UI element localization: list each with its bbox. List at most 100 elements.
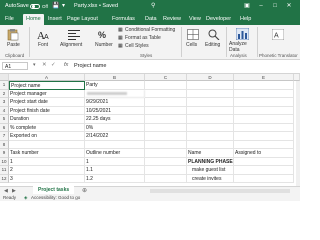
- paste-label[interactable]: Paste: [7, 42, 20, 48]
- cell-a4[interactable]: Project finish date: [9, 106, 85, 115]
- autosave-toggle[interactable]: [30, 3, 40, 9]
- accessibility-icon[interactable]: ◈: [24, 194, 27, 201]
- cell-b10[interactable]: 1: [85, 157, 145, 166]
- confirm-entry-icon[interactable]: ✓: [51, 62, 56, 68]
- row-header[interactable]: 4: [0, 106, 9, 115]
- cell-b9[interactable]: Outline number: [85, 149, 145, 158]
- row-header[interactable]: 1: [0, 81, 9, 90]
- cell-c2[interactable]: [145, 89, 187, 98]
- column-header-c[interactable]: C: [145, 74, 187, 81]
- cell-c1[interactable]: [145, 81, 187, 90]
- cell-b7[interactable]: 2/14/2022: [85, 132, 145, 141]
- accessibility-status[interactable]: Accessibility: Good to go: [31, 194, 80, 201]
- cell-b6[interactable]: 0%: [85, 123, 145, 132]
- customize-qat-icon[interactable]: ▾: [62, 2, 65, 9]
- cell-a3[interactable]: Project start date: [9, 98, 85, 107]
- tab-insert[interactable]: Insert: [48, 16, 62, 22]
- tab-formulas[interactable]: Formulas: [112, 16, 135, 22]
- column-header-a[interactable]: A: [9, 74, 85, 81]
- tab-data[interactable]: Data: [145, 16, 157, 22]
- cell-b11[interactable]: 1.1: [85, 166, 145, 175]
- cell-b5[interactable]: 22.25 days: [85, 115, 145, 124]
- cell-e11[interactable]: [234, 166, 294, 175]
- column-header-b[interactable]: B: [85, 74, 145, 81]
- cell-a12[interactable]: 3: [9, 174, 85, 183]
- editing-icon[interactable]: [208, 29, 220, 40]
- cancel-entry-icon[interactable]: ✕: [42, 62, 47, 68]
- row-header[interactable]: 11: [0, 166, 9, 175]
- name-box[interactable]: A1: [2, 62, 28, 70]
- cell-a10[interactable]: 1: [9, 157, 85, 166]
- cell-d11[interactable]: make guest list: [187, 166, 234, 175]
- cell-d10[interactable]: PLANNING PHASE: [187, 157, 234, 166]
- minimize-button[interactable]: –: [258, 3, 264, 9]
- cell-c8[interactable]: [145, 140, 187, 149]
- cell-d9[interactable]: Name: [187, 149, 234, 158]
- conditional-formatting-button[interactable]: Conditional Formatting: [125, 27, 175, 33]
- font-label[interactable]: Font: [38, 42, 48, 48]
- cell-c6[interactable]: [145, 123, 187, 132]
- cell-a1[interactable]: Project name: [9, 81, 85, 90]
- number-label[interactable]: Number: [95, 42, 113, 48]
- cell-e9[interactable]: Assigned to: [234, 149, 294, 158]
- row-header[interactable]: 10: [0, 157, 9, 166]
- search-icon[interactable]: ⚲: [151, 2, 155, 9]
- cell-d5[interactable]: [187, 115, 234, 124]
- alignment-label[interactable]: Alignment: [60, 42, 82, 48]
- cell-c11[interactable]: [145, 166, 187, 175]
- cell-styles-button[interactable]: Cell Styles: [125, 43, 149, 49]
- row-header[interactable]: 7: [0, 132, 9, 141]
- cell-d1[interactable]: [187, 81, 234, 90]
- cell-a9[interactable]: Task number: [9, 149, 85, 158]
- cell-b12[interactable]: 1.2: [85, 174, 145, 183]
- cell-d12[interactable]: create invites: [187, 174, 234, 183]
- name-box-dropdown-icon[interactable]: ▾: [33, 62, 36, 68]
- cell-a8[interactable]: [9, 140, 85, 149]
- insert-function-icon[interactable]: fx: [64, 62, 68, 68]
- tab-developer[interactable]: Developer: [206, 16, 231, 22]
- cell-d8[interactable]: [187, 140, 234, 149]
- column-header-d[interactable]: D: [187, 74, 234, 81]
- cell-c10[interactable]: [145, 157, 187, 166]
- formula-input[interactable]: Project name: [74, 62, 296, 71]
- cell-e1[interactable]: [234, 81, 294, 90]
- cell-e6[interactable]: [234, 123, 294, 132]
- close-button[interactable]: ✕: [286, 3, 292, 9]
- horizontal-scrollbar[interactable]: [150, 189, 290, 193]
- row-header[interactable]: 12: [0, 174, 9, 183]
- cell-c4[interactable]: [145, 106, 187, 115]
- format-as-table-button[interactable]: Format as Table: [125, 35, 161, 41]
- cell-e3[interactable]: [234, 98, 294, 107]
- row-header[interactable]: 3: [0, 98, 9, 107]
- cell-e10[interactable]: [234, 157, 294, 166]
- analyze-data-label[interactable]: Analyze Data: [229, 41, 257, 53]
- ribbon-display-icon[interactable]: ▣: [244, 3, 250, 9]
- column-header-e[interactable]: E: [234, 74, 294, 81]
- tab-home[interactable]: Home: [23, 14, 44, 25]
- cell-b1[interactable]: Party: [85, 81, 145, 90]
- tab-file[interactable]: File: [5, 16, 14, 22]
- cell-d7[interactable]: [187, 132, 234, 141]
- cell-e5[interactable]: [234, 115, 294, 124]
- row-header[interactable]: 6: [0, 123, 9, 132]
- row-header[interactable]: 2: [0, 89, 9, 98]
- tab-help[interactable]: Help: [240, 16, 251, 22]
- save-icon[interactable]: 💾: [52, 2, 59, 9]
- select-all-corner[interactable]: [0, 74, 9, 81]
- cell-e7[interactable]: [234, 132, 294, 141]
- cell-d2[interactable]: [187, 89, 234, 98]
- cell-c5[interactable]: [145, 115, 187, 124]
- row-header[interactable]: 9: [0, 149, 9, 158]
- cell-b8[interactable]: [85, 140, 145, 149]
- row-header[interactable]: 5: [0, 115, 9, 124]
- font-icon[interactable]: A A: [37, 29, 51, 41]
- row-header[interactable]: 8: [0, 140, 9, 149]
- cell-c12[interactable]: [145, 174, 187, 183]
- cell-a7[interactable]: Exported on: [9, 132, 85, 141]
- format-as-table-icon[interactable]: ▦: [118, 35, 123, 41]
- number-format-icon[interactable]: %: [98, 29, 110, 40]
- cell-b3[interactable]: 9/29/2021: [85, 98, 145, 107]
- tab-page-layout[interactable]: Page Layout: [67, 16, 98, 22]
- cell-a11[interactable]: 2: [9, 166, 85, 175]
- vertical-scrollbar[interactable]: [296, 81, 300, 186]
